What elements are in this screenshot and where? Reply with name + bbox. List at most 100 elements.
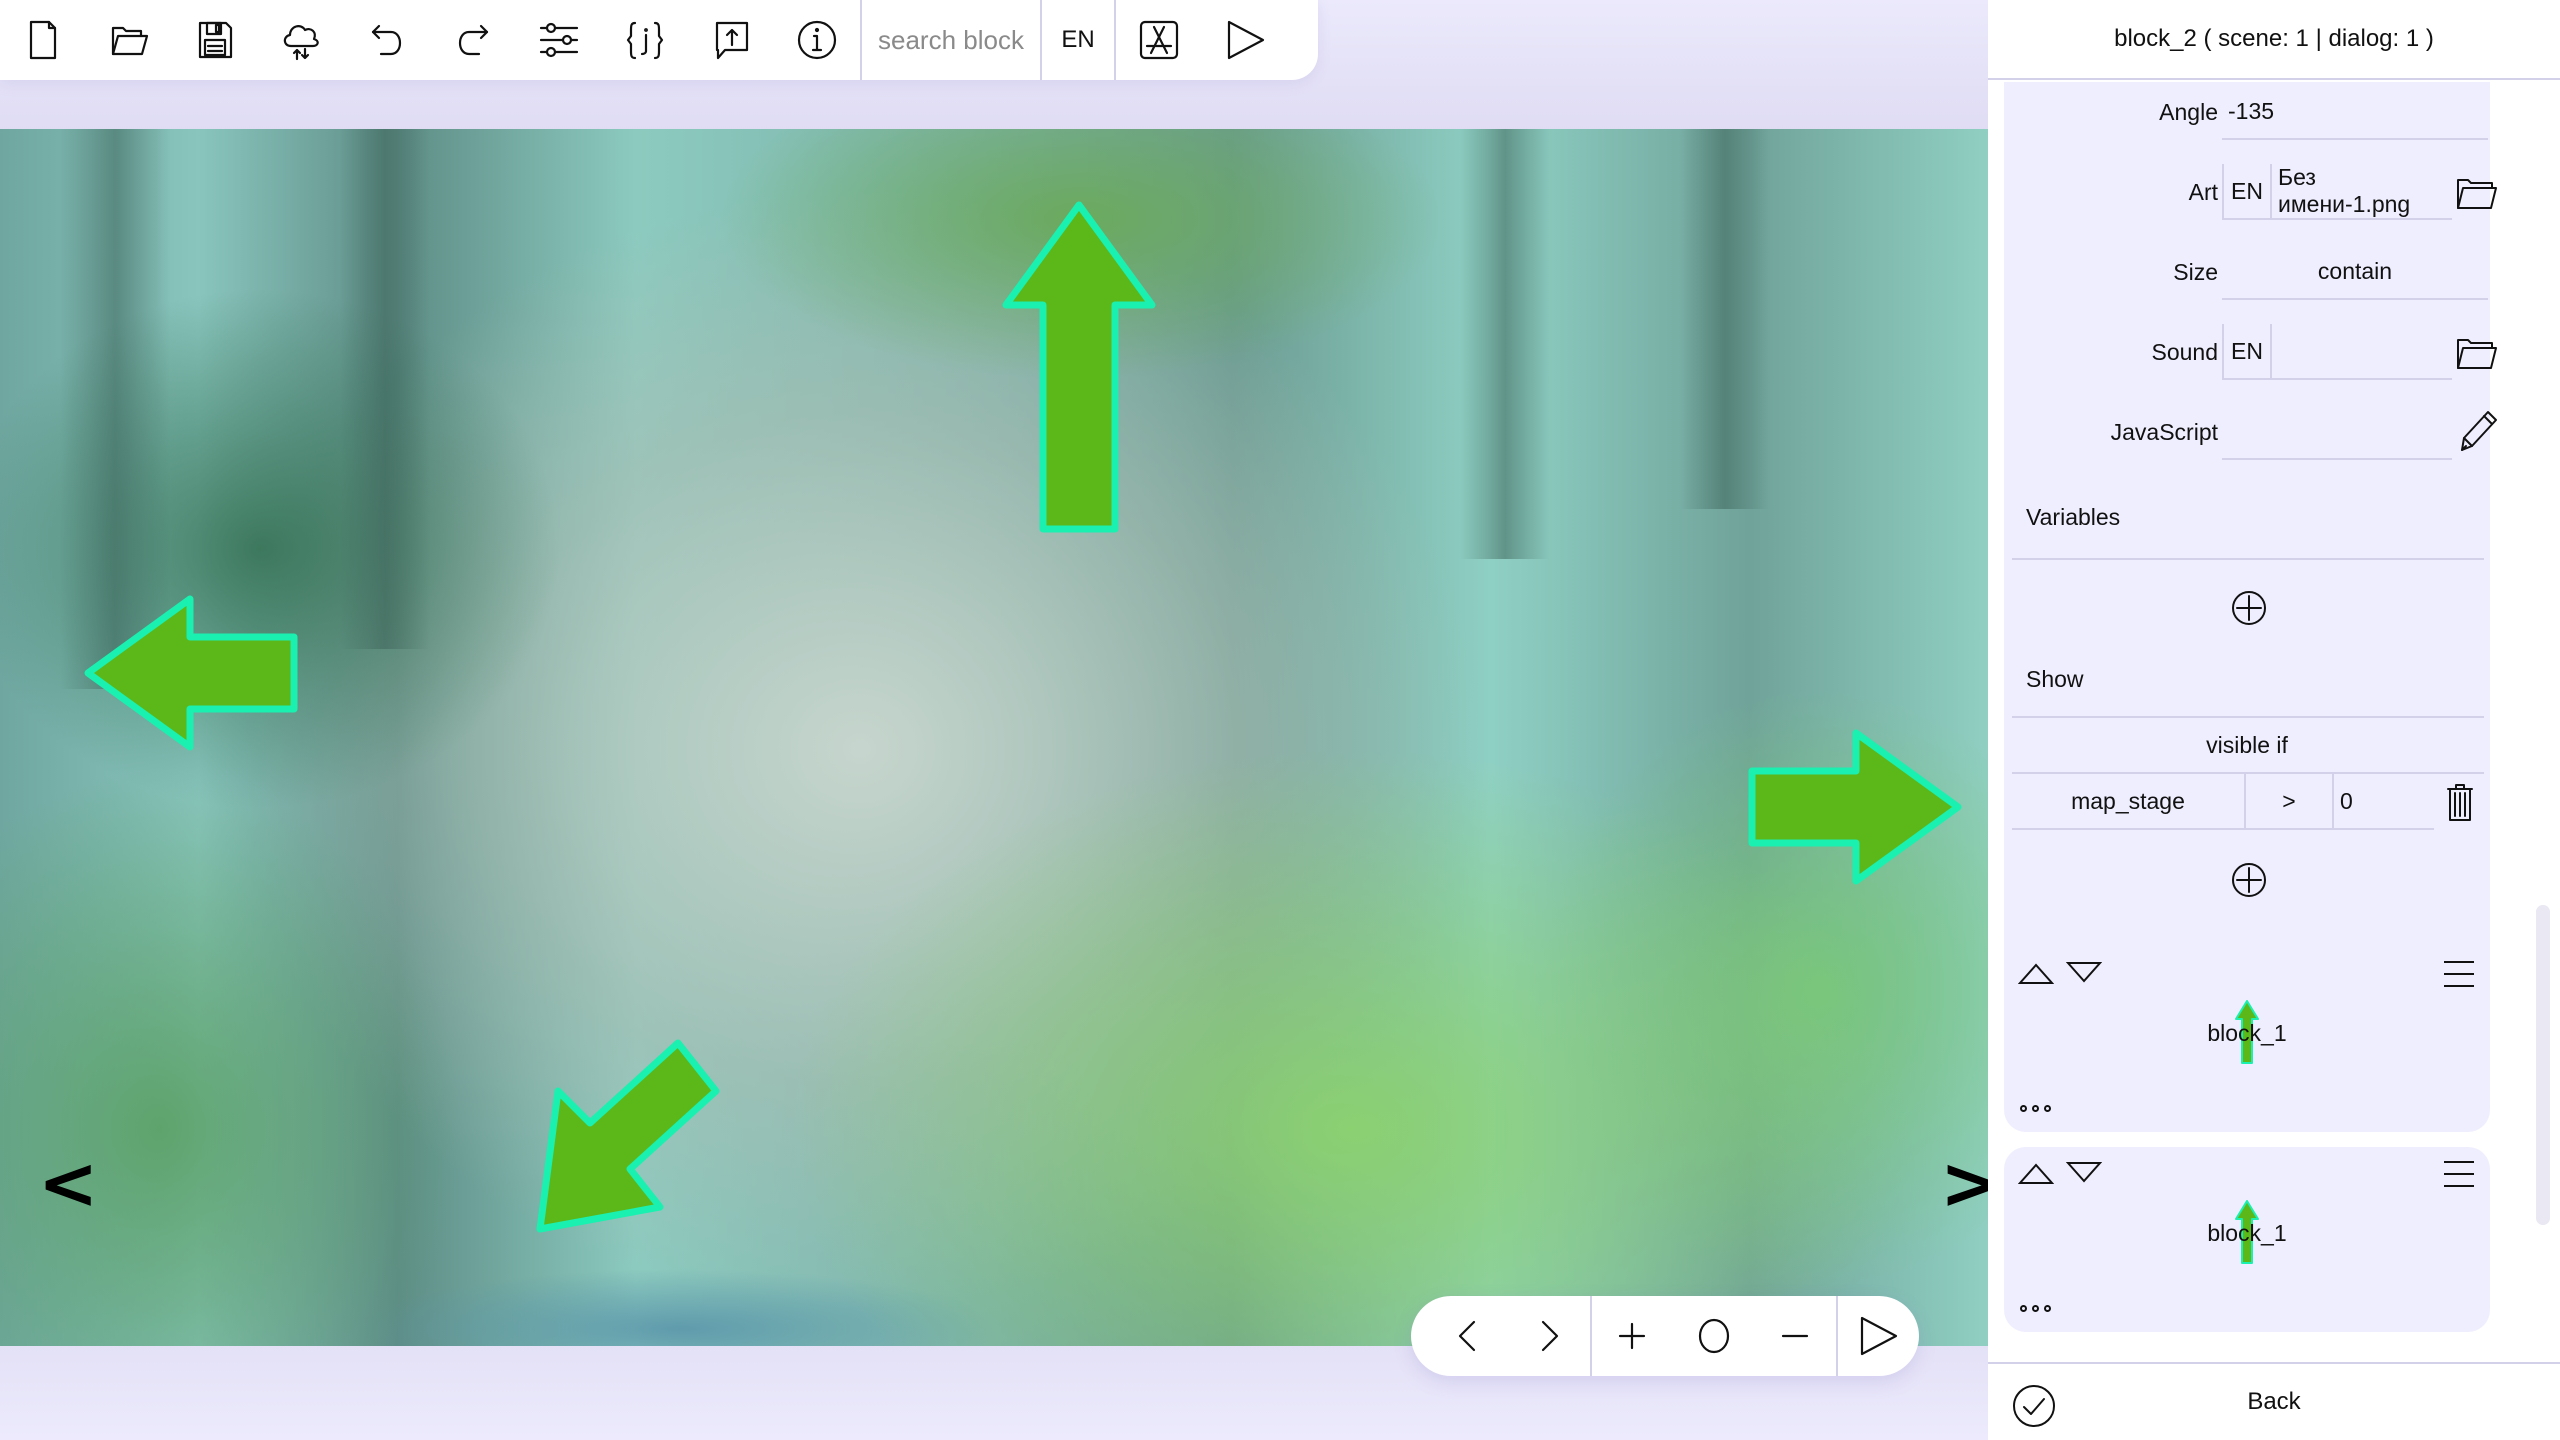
variables-label: Variables <box>2026 504 2121 530</box>
linked-block-title[interactable]: block_1 <box>2004 1197 2490 1269</box>
background-tree <box>1680 129 1770 509</box>
condition-operator[interactable]: > <box>2244 774 2334 830</box>
linked-block-card: block_1 <box>2004 947 2490 1132</box>
plus-icon <box>1619 1322 1646 1350</box>
play-icon <box>1227 20 1265 60</box>
divider <box>2012 558 2484 560</box>
condition-value[interactable]: 0 <box>2334 774 2434 830</box>
app-store-button[interactable] <box>1116 0 1202 80</box>
undo-icon <box>371 24 402 56</box>
sound-browse-button[interactable] <box>2454 330 2498 374</box>
arrow-right-icon <box>1748 729 1962 885</box>
map-arrow-left[interactable] <box>84 595 298 751</box>
back-button[interactable]: Back <box>2247 1388 2300 1416</box>
move-down-icon[interactable] <box>2066 1161 2102 1185</box>
hamburger-menu-icon[interactable] <box>2442 1159 2476 1189</box>
redo-button[interactable] <box>430 0 516 80</box>
circle-icon <box>1698 1318 1729 1354</box>
trash-icon <box>2447 784 2473 821</box>
background-tree <box>1460 129 1550 559</box>
play-button[interactable] <box>1202 0 1288 80</box>
art-row: Art EN Без имени-1.png <box>2004 162 2497 222</box>
folder-open-icon <box>111 26 149 56</box>
angle-input[interactable]: -135 <box>2222 84 2488 140</box>
map-arrow-right[interactable] <box>1748 729 1962 885</box>
panel-title: block_2 ( scene: 1 | dialog: 1 ) <box>1988 0 2560 80</box>
sound-language-chip[interactable]: EN <box>2222 324 2272 380</box>
sliders-icon <box>539 22 579 58</box>
previous-scene-button[interactable]: < <box>38 1147 98 1219</box>
show-label: Show <box>2026 666 2084 692</box>
zoom-out-button[interactable] <box>1754 1296 1835 1376</box>
plus-circle-icon <box>2232 591 2266 625</box>
cloud-sync-button[interactable] <box>258 0 344 80</box>
angle-label: Angle <box>2159 98 2218 125</box>
size-select[interactable]: contain <box>2222 244 2488 300</box>
delete-condition-button[interactable] <box>2446 782 2474 822</box>
sound-file-field[interactable] <box>2272 324 2452 380</box>
folder-open-icon <box>2457 179 2497 209</box>
art-language-chip[interactable]: EN <box>2222 164 2272 220</box>
new-file-button[interactable] <box>0 0 86 80</box>
sound-label: Sound <box>2151 338 2218 365</box>
map-arrow-down-left[interactable] <box>536 1039 720 1235</box>
javascript-row: JavaScript <box>2004 402 2497 462</box>
move-down-icon[interactable] <box>2066 961 2102 985</box>
checkmark-circle-icon[interactable] <box>2012 1384 2056 1428</box>
reset-zoom-button[interactable] <box>1673 1296 1754 1376</box>
json-button[interactable] <box>602 0 688 80</box>
edit-javascript-button[interactable] <box>2454 406 2498 454</box>
scene-canvas[interactable]: < > <box>0 129 1988 1346</box>
hamburger-menu-icon[interactable] <box>2442 959 2476 989</box>
undo-button[interactable] <box>344 0 430 80</box>
background-tree <box>340 129 430 649</box>
panel-scrollbar[interactable] <box>2536 905 2550 1225</box>
panel-scroll-area[interactable]: Angle -135 Art EN Без имени-1.png Size c… <box>1988 82 2560 1360</box>
info-button[interactable] <box>774 0 860 80</box>
reorder-controls <box>2018 961 2102 985</box>
next-button[interactable] <box>1508 1296 1589 1376</box>
zoom-in-button[interactable] <box>1592 1296 1673 1376</box>
linked-block-name: block_1 <box>2207 1019 2287 1046</box>
more-options-icon[interactable] <box>2020 1305 2051 1312</box>
file-icon <box>29 20 57 60</box>
arrow-up-icon <box>1002 201 1156 533</box>
pencil-icon <box>2461 411 2497 451</box>
save-button[interactable] <box>172 0 258 80</box>
upload-bubble-icon <box>715 21 749 60</box>
move-up-icon[interactable] <box>2018 961 2054 985</box>
linked-block-card: block_1 <box>2004 1147 2490 1332</box>
angle-row: Angle -135 <box>2004 82 2490 142</box>
search-block-input[interactable] <box>862 0 1040 80</box>
linked-block-title[interactable]: block_1 <box>2004 997 2490 1069</box>
floppy-disk-icon <box>198 21 233 59</box>
art-label: Art <box>2188 178 2218 205</box>
chevron-left-icon <box>1458 1320 1475 1352</box>
size-label: Size <box>2173 258 2218 285</box>
play-icon <box>1861 1316 1898 1356</box>
javascript-label: JavaScript <box>2110 418 2218 445</box>
visible-if-label: visible if <box>2206 731 2288 758</box>
language-toggle[interactable]: EN <box>1042 0 1114 80</box>
art-browse-button[interactable] <box>2454 170 2498 214</box>
next-scene-button[interactable]: > <box>1940 1147 1988 1219</box>
properties-card: Angle -135 Art EN Без имени-1.png Size c… <box>2004 82 2497 1072</box>
folder-open-icon <box>2457 339 2497 369</box>
size-row: Size contain <box>2004 242 2490 302</box>
preview-play-button[interactable] <box>1838 1296 1919 1376</box>
previous-button[interactable] <box>1427 1296 1508 1376</box>
export-button[interactable] <box>688 0 774 80</box>
zoom-controls <box>1411 1296 1919 1376</box>
cloud-sync-icon <box>283 25 319 61</box>
art-file-field[interactable]: Без имени-1.png <box>2272 164 2452 220</box>
map-arrow-up[interactable] <box>1002 201 1156 533</box>
add-variable-button[interactable] <box>2231 590 2267 626</box>
open-button[interactable] <box>86 0 172 80</box>
condition-variable[interactable]: map_stage <box>2012 774 2244 830</box>
json-braces-icon <box>626 21 664 60</box>
move-up-icon[interactable] <box>2018 1161 2054 1185</box>
more-options-icon[interactable] <box>2020 1105 2051 1112</box>
javascript-field[interactable] <box>2222 404 2452 460</box>
settings-button[interactable] <box>516 0 602 80</box>
add-condition-button[interactable] <box>2231 862 2267 898</box>
